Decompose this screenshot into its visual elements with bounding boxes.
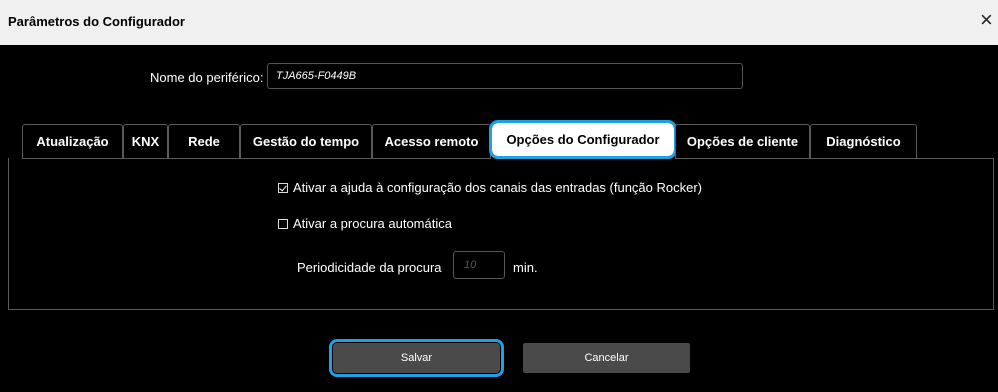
tab-rede[interactable]: Rede xyxy=(168,124,240,158)
search-period-unit: min. xyxy=(513,260,538,275)
close-icon[interactable]: × xyxy=(980,9,993,31)
search-period-input[interactable] xyxy=(453,251,505,279)
tab-diagnostico[interactable]: Diagnóstico xyxy=(810,124,917,158)
rocker-help-option[interactable]: Ativar a ajuda à configuração dos canais… xyxy=(278,180,702,195)
auto-search-label: Ativar a procura automática xyxy=(293,216,452,231)
device-name-label: Nome do periférico: xyxy=(150,70,264,85)
tab-gestao-do-tempo[interactable]: Gestão do tempo xyxy=(240,124,372,158)
search-period-label: Periodicidade da procura xyxy=(297,260,442,275)
rocker-help-checkbox[interactable] xyxy=(278,183,288,193)
save-button[interactable]: Salvar xyxy=(329,339,504,377)
tab-acesso-remoto[interactable]: Acesso remoto xyxy=(372,124,491,158)
tab-atualizacao[interactable]: Atualização xyxy=(22,124,123,158)
cancel-button[interactable]: Cancelar xyxy=(523,343,690,373)
tab-opcoes-de-cliente[interactable]: Opções de cliente xyxy=(675,124,810,158)
tab-opcoes-do-configurador[interactable]: Opções do Configurador xyxy=(489,120,677,159)
auto-search-checkbox[interactable] xyxy=(278,219,288,229)
auto-search-option[interactable]: Ativar a procura automática xyxy=(278,216,452,231)
device-name-input[interactable] xyxy=(267,63,743,89)
rocker-help-label: Ativar a ajuda à configuração dos canais… xyxy=(293,180,703,195)
tab-knx[interactable]: KNX xyxy=(123,124,168,158)
window-title: Parâmetros do Configurador xyxy=(8,14,185,29)
title-bar: Parâmetros do Configurador × xyxy=(0,0,998,45)
